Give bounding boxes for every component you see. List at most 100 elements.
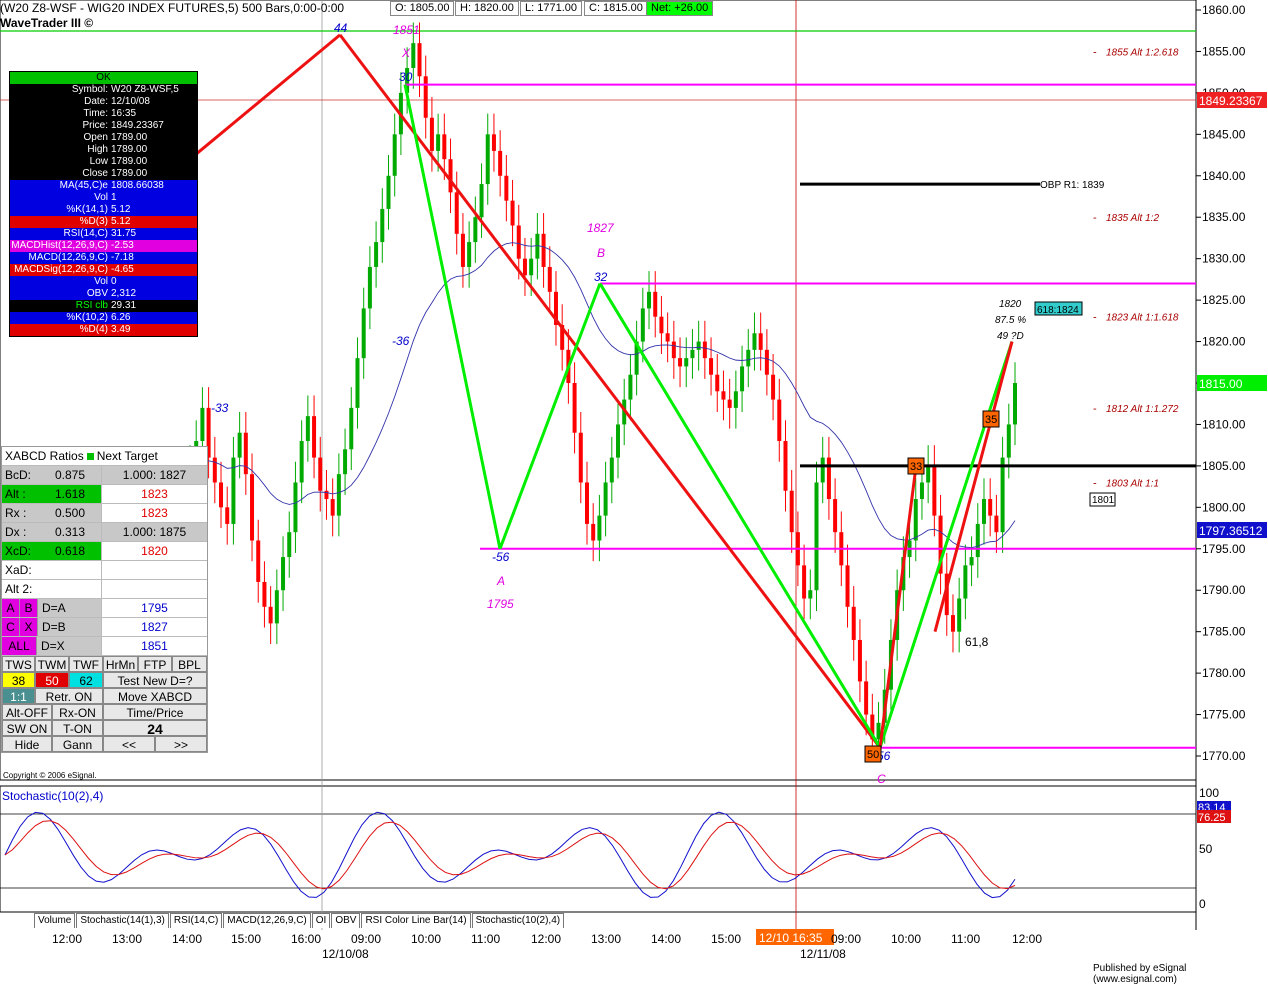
data-window-label: High [87, 144, 108, 155]
data-window-label: Date: [84, 96, 108, 107]
data-window-value: -2.53 [111, 240, 134, 251]
alt-off-button[interactable]: Alt-OFF [2, 704, 52, 720]
data-window-label: Open [83, 132, 108, 143]
data-window-label: RSI clb [75, 300, 108, 311]
ratio-38-button[interactable]: 38 [2, 672, 35, 688]
obp-label: OBP R1: 1839 [1040, 180, 1105, 191]
data-window-value: 16:35 [111, 108, 137, 119]
test-new-d-button[interactable]: Test New D=? [103, 672, 207, 688]
cursor-price-badge: 1849.23367 [1197, 92, 1267, 108]
indicator-tab[interactable]: MACD(12,26,9,C) [223, 913, 311, 928]
projection-dash: - [1093, 212, 1097, 224]
data-window-value: 2,312 [111, 288, 137, 299]
data-window-label: %K(14,1) [66, 204, 108, 215]
tws-button[interactable]: TWS [2, 656, 35, 672]
candle-body [460, 233, 465, 267]
ftp-button[interactable]: FTP [138, 656, 172, 672]
ma-price-badge-label: 1797.36512 [1199, 524, 1263, 538]
ratio-key: Rx : [5, 506, 27, 520]
target-toggle[interactable]: C [2, 618, 20, 636]
candle-body [616, 424, 621, 458]
ratio-50-button[interactable]: 50 [35, 672, 69, 688]
twm-button[interactable]: TWM [35, 656, 69, 672]
candle-body [287, 532, 292, 558]
ratio-row: BcD: 0.875 1.000: 1827 [2, 466, 207, 485]
data-window-value: 1 [111, 192, 117, 203]
candle-body [529, 258, 534, 276]
ratio-value: 0.618 [55, 544, 86, 558]
rx-on-button[interactable]: Rx-ON [52, 704, 103, 720]
data-window-label: MA(45,C)e [59, 180, 108, 191]
candle-body [374, 242, 379, 267]
target-toggle[interactable]: B [20, 599, 38, 617]
gann-button[interactable]: Gann [52, 736, 103, 752]
sw-on-button[interactable]: SW ON [2, 720, 52, 736]
indicator-tab[interactable]: Volume [34, 913, 76, 928]
prev-button[interactable]: << [103, 736, 155, 752]
candle-body [963, 565, 968, 599]
y-tick-label: 1810.00 [1202, 417, 1246, 431]
indicator-tab[interactable]: OI [311, 913, 331, 928]
swing-badge-label: 33 [910, 461, 922, 473]
indicator-tab[interactable]: OBV [331, 913, 361, 928]
candle-body [758, 333, 763, 350]
target-toggle[interactable]: X [20, 618, 38, 636]
candle-body [380, 208, 385, 243]
data-window-label: %D(3) [79, 216, 108, 227]
candle-body [926, 465, 931, 483]
d-label: 1820 [999, 299, 1022, 310]
candle-body [628, 374, 633, 400]
candle-body [442, 134, 447, 160]
ratio-key: XaD: [5, 563, 32, 577]
cursor-price-badge-label: 1849.23367 [1199, 94, 1263, 108]
candle-body [640, 308, 645, 342]
t-on-button[interactable]: T-ON [52, 720, 103, 736]
y-tick-label: 1780.00 [1202, 666, 1246, 680]
target-toggle[interactable]: ALL [2, 637, 37, 655]
one-to-one-button[interactable]: 1:1 [2, 688, 35, 704]
indicator-tab[interactable]: Stochastic(10(2),4) [471, 913, 565, 928]
date-label: 12/10/08 [322, 947, 369, 961]
published-by: Published by eSignal (www.esignal.com) [1093, 963, 1187, 985]
candle-body [864, 681, 869, 715]
candle-body [219, 482, 224, 508]
hrmn-button[interactable]: HrMn [103, 656, 138, 672]
x-tick-label: 12:00 [531, 932, 561, 946]
x-tick-label: 11:00 [471, 932, 500, 946]
pivot-label: -56 [492, 550, 510, 564]
swing-badge-label: 35 [985, 414, 997, 426]
stoch-tick-label: 100 [1199, 786, 1219, 800]
target-equation: D=B [38, 618, 101, 636]
candle-body [1013, 383, 1017, 425]
next-button[interactable]: >> [155, 736, 207, 752]
last-price-badge-label: 1815.00 [1199, 377, 1243, 391]
target-value: 1851 [141, 639, 168, 653]
x-tick-label: 09:00 [351, 932, 381, 946]
candle-body [591, 523, 596, 541]
y-tick-label: 1825.00 [1202, 293, 1246, 307]
candle-body [727, 399, 732, 408]
twf-button[interactable]: TWF [69, 656, 103, 672]
x-tick-label: 09:00 [831, 932, 861, 946]
x-tick-label: 11:00 [951, 932, 980, 946]
retracement-button[interactable]: Retr. ON [35, 688, 103, 704]
target-toggle[interactable]: A [2, 599, 20, 617]
indicator-tab[interactable]: RSI(14,C) [169, 913, 223, 928]
move-xabcd-button[interactable]: Move XABCD [103, 688, 207, 704]
candle-body [833, 499, 838, 533]
data-window-header[interactable]: OK [10, 72, 197, 84]
ratio-62-button[interactable]: 62 [69, 672, 103, 688]
pivot-label: -36 [392, 334, 410, 348]
ratio-row: XcD: 0.618 1820 [2, 542, 207, 561]
next-target-label: Next Target [96, 449, 158, 463]
y-tick-label: 1830.00 [1202, 252, 1246, 266]
y-tick-label: 1835.00 [1202, 210, 1246, 224]
candle-body [491, 134, 496, 151]
bpl-button[interactable]: BPL [172, 656, 207, 672]
candle-body [411, 43, 416, 69]
time-price-button[interactable]: Time/Price [103, 704, 207, 720]
indicator-tab[interactable]: RSI Color Line Bar(14) [361, 913, 471, 928]
hide-button[interactable]: Hide [2, 736, 52, 752]
candle-body [510, 200, 515, 226]
indicator-tab[interactable]: Stochastic(14(1),3) [76, 913, 169, 928]
